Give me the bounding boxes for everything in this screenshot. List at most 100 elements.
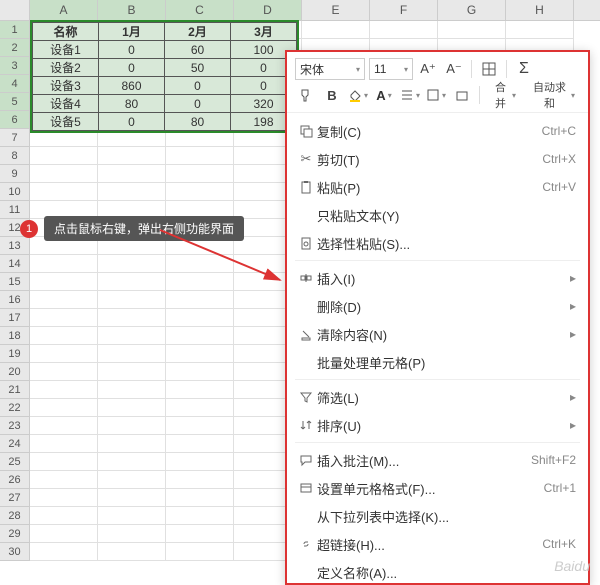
table-cell[interactable]: 860 — [99, 77, 165, 95]
table-header-cell[interactable]: 1月 — [99, 23, 165, 41]
cell[interactable] — [166, 471, 234, 489]
cell[interactable] — [166, 255, 234, 273]
cell[interactable] — [98, 273, 166, 291]
cell[interactable] — [166, 363, 234, 381]
cell[interactable] — [30, 507, 98, 525]
row-header[interactable]: 16 — [0, 291, 30, 309]
row-header[interactable]: 28 — [0, 507, 30, 525]
cell[interactable] — [30, 543, 98, 561]
font-color-button[interactable]: A▾ — [373, 84, 395, 106]
cell[interactable] — [166, 165, 234, 183]
table-cell[interactable]: 设备5 — [33, 113, 99, 131]
row-header[interactable]: 2 — [0, 39, 30, 57]
cell[interactable] — [98, 507, 166, 525]
row-header[interactable]: 5 — [0, 93, 30, 111]
cell[interactable] — [98, 381, 166, 399]
column-header[interactable]: E — [302, 0, 370, 20]
menu-item[interactable]: 设置单元格格式(F)...Ctrl+1 — [287, 474, 588, 502]
cell[interactable] — [166, 291, 234, 309]
menu-item[interactable]: 删除(D)▸ — [287, 292, 588, 320]
table-header-cell[interactable]: 2月 — [165, 23, 231, 41]
row-header[interactable]: 24 — [0, 435, 30, 453]
table-cell[interactable]: 设备3 — [33, 77, 99, 95]
row-header[interactable]: 17 — [0, 309, 30, 327]
cell[interactable] — [166, 507, 234, 525]
align-button[interactable]: ▾ — [399, 84, 421, 106]
cell[interactable] — [166, 345, 234, 363]
table-cell[interactable]: 设备2 — [33, 59, 99, 77]
table-cell[interactable]: 50 — [165, 59, 231, 77]
font-size-selector[interactable]: 11▾ — [369, 58, 413, 80]
row-header[interactable]: 9 — [0, 165, 30, 183]
row-header[interactable]: 10 — [0, 183, 30, 201]
row-header[interactable]: 29 — [0, 525, 30, 543]
row-header[interactable]: 20 — [0, 363, 30, 381]
data-table-selection[interactable]: 名称1月2月3月 设备1060100设备20500设备386000设备48003… — [30, 20, 299, 133]
cell[interactable] — [98, 543, 166, 561]
autosum-dropdown[interactable]: 自动求和▾ — [525, 84, 580, 106]
cell[interactable] — [302, 21, 370, 39]
table-cell[interactable]: 80 — [165, 113, 231, 131]
cell[interactable] — [98, 345, 166, 363]
menu-item[interactable]: 插入批注(M)...Shift+F2 — [287, 446, 588, 474]
cell[interactable] — [166, 417, 234, 435]
column-header[interactable]: F — [370, 0, 438, 20]
cell[interactable] — [166, 453, 234, 471]
cell[interactable] — [166, 489, 234, 507]
cell[interactable] — [30, 255, 98, 273]
cell[interactable] — [30, 435, 98, 453]
cell[interactable] — [30, 471, 98, 489]
menu-item[interactable]: 插入(I)▸ — [287, 264, 588, 292]
cell[interactable] — [30, 327, 98, 345]
column-header[interactable]: B — [98, 0, 166, 20]
cell[interactable] — [166, 399, 234, 417]
cell[interactable] — [98, 147, 166, 165]
cell[interactable] — [30, 165, 98, 183]
menu-item[interactable]: 批量处理单元格(P) — [287, 348, 588, 376]
cell[interactable] — [30, 417, 98, 435]
column-header[interactable]: H — [506, 0, 574, 20]
menu-item[interactable]: 超链接(H)...Ctrl+K — [287, 530, 588, 558]
cell[interactable] — [166, 327, 234, 345]
row-header[interactable]: 25 — [0, 453, 30, 471]
cell[interactable] — [98, 435, 166, 453]
cell[interactable] — [98, 183, 166, 201]
menu-item[interactable]: 清除内容(N)▸ — [287, 320, 588, 348]
row-header[interactable]: 18 — [0, 327, 30, 345]
format-painter-button[interactable] — [295, 84, 317, 106]
cell[interactable] — [166, 147, 234, 165]
table-cell[interactable]: 60 — [165, 41, 231, 59]
table-cell[interactable]: 0 — [165, 77, 231, 95]
menu-item[interactable]: 粘贴(P)Ctrl+V — [287, 173, 588, 201]
column-header[interactable]: C — [166, 0, 234, 20]
cell[interactable] — [30, 399, 98, 417]
menu-item[interactable]: ✂剪切(T)Ctrl+X — [287, 145, 588, 173]
menu-item[interactable]: 排序(U)▸ — [287, 411, 588, 439]
cell[interactable] — [166, 543, 234, 561]
cell[interactable] — [30, 147, 98, 165]
cell[interactable] — [30, 273, 98, 291]
table-header-cell[interactable]: 3月 — [231, 23, 297, 41]
menu-item[interactable]: 定义名称(A)... — [287, 558, 588, 583]
table-cell[interactable]: 设备4 — [33, 95, 99, 113]
cell[interactable] — [30, 489, 98, 507]
table-header-cell[interactable]: 名称 — [33, 23, 99, 41]
cell[interactable] — [98, 399, 166, 417]
cell[interactable] — [30, 291, 98, 309]
row-header[interactable]: 3 — [0, 57, 30, 75]
row-header[interactable]: 22 — [0, 399, 30, 417]
cell[interactable] — [98, 363, 166, 381]
row-header[interactable]: 30 — [0, 543, 30, 561]
cell[interactable] — [438, 21, 506, 39]
table-cell[interactable]: 80 — [99, 95, 165, 113]
merge-button[interactable]: 合并▾ — [486, 84, 521, 106]
row-header[interactable]: 15 — [0, 273, 30, 291]
border-style-button[interactable]: ▾ — [425, 84, 447, 106]
cell[interactable] — [98, 255, 166, 273]
cell[interactable] — [30, 363, 98, 381]
cell[interactable] — [98, 165, 166, 183]
cell[interactable] — [30, 381, 98, 399]
cell[interactable] — [98, 291, 166, 309]
row-header[interactable]: 6 — [0, 111, 30, 129]
cell[interactable] — [166, 183, 234, 201]
